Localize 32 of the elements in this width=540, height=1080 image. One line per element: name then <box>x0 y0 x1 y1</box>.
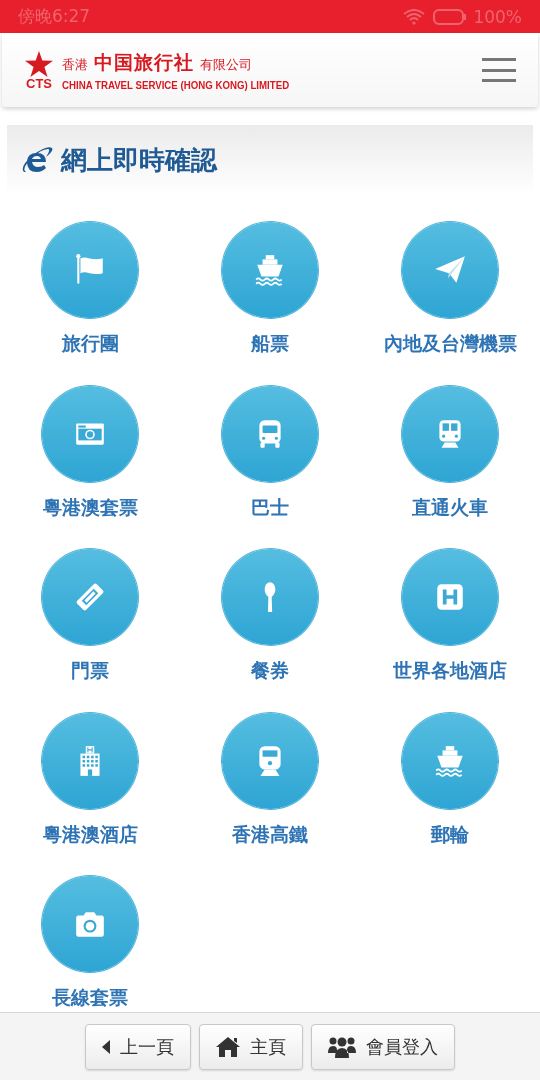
menu-button[interactable] <box>482 58 516 82</box>
star-icon <box>25 50 53 77</box>
logo-english-name: CHINA TRAVEL SERVICE (HONG KONG) LIMITED <box>62 78 290 91</box>
logo-suffix: 有限公司 <box>200 55 252 74</box>
service-item[interactable]: 旅行團 <box>0 222 180 358</box>
service-item[interactable]: 船票 <box>180 222 360 358</box>
service-item[interactable]: 餐券 <box>180 549 360 685</box>
status-time: 傍晚6:27 <box>18 5 91 28</box>
service-item[interactable]: 世界各地酒店 <box>360 549 540 685</box>
service-item[interactable]: 巴士 <box>180 385 360 522</box>
section-title: 網上即時確認 <box>61 143 217 177</box>
service-item[interactable]: 粵港澳套票 <box>0 385 180 522</box>
wifi-icon <box>403 8 426 25</box>
logo-name: 中国旅行社 <box>94 49 194 75</box>
footer-button[interactable]: 上一頁 <box>85 1023 191 1070</box>
battery-level: 100% <box>473 6 522 27</box>
logo-mark: CTS <box>26 76 52 90</box>
service-item[interactable]: 門票 <box>0 549 180 685</box>
browser-e-icon <box>21 145 53 175</box>
service-item[interactable]: 長線套票 <box>0 876 180 1012</box>
caret-left-icon <box>102 1039 110 1054</box>
battery-icon <box>433 8 468 25</box>
people-icon <box>328 1035 356 1058</box>
service-item[interactable]: 郵輪 <box>360 712 540 849</box>
logo-prefix: 香港 <box>62 55 88 74</box>
footer-button[interactable]: 會員登入 <box>311 1023 455 1070</box>
footer-button[interactable]: 主頁 <box>199 1023 303 1070</box>
service-item[interactable]: 粵港澳酒店 <box>0 712 180 849</box>
service-item[interactable]: 直通火車 <box>360 385 540 522</box>
service-item[interactable]: 香港高鐵 <box>180 712 360 849</box>
service-item[interactable]: 內地及台灣機票 <box>360 222 540 358</box>
home-icon <box>216 1036 240 1057</box>
